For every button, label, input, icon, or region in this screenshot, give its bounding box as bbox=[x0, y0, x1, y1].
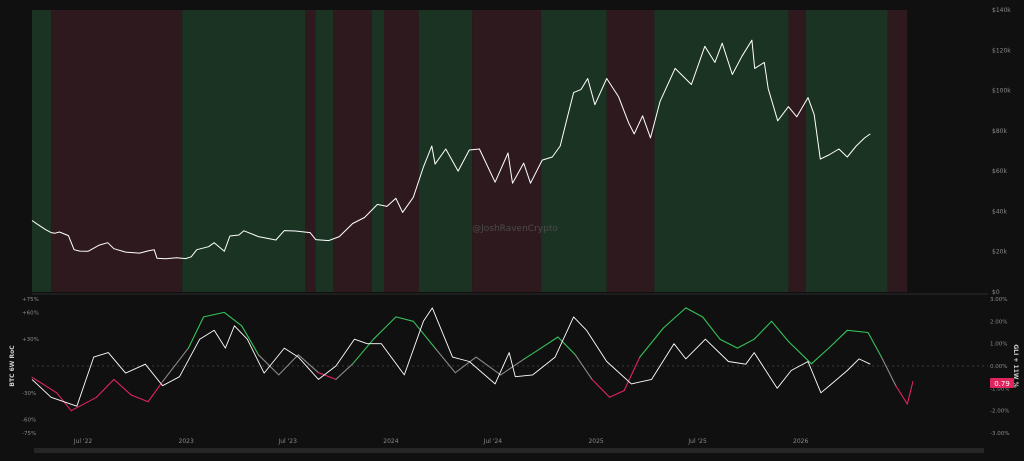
chart-stage: $0 $20k $40k $60k $80k $100k $120k $140k +75% +6… bbox=[0, 0, 1024, 457]
price-tick-label: $80k bbox=[992, 128, 1007, 135]
regime-bands bbox=[32, 10, 908, 292]
btc-gli-chart: $0 $20k $40k $60k $80k $100k $120k $140k +75% +6… bbox=[0, 0, 1024, 457]
regime-band-bearish bbox=[384, 10, 419, 292]
regime-band-bullish bbox=[805, 10, 888, 292]
time-tick-label: 2023 bbox=[179, 438, 194, 445]
regime-band-bearish bbox=[333, 10, 372, 292]
price-tick-label: $120k bbox=[992, 47, 1011, 54]
regime-band-bullish bbox=[32, 10, 52, 292]
watermark: @JoshRavenCrypto bbox=[472, 224, 558, 234]
regime-band-bearish bbox=[472, 10, 542, 292]
price-tick-label: $20k bbox=[992, 249, 1007, 256]
roc-tick-label: +60% bbox=[22, 310, 39, 316]
time-tick-label: 2026 bbox=[793, 438, 808, 445]
regime-band-bullish bbox=[371, 10, 385, 292]
gli-tick-label: 1.00% bbox=[990, 342, 1007, 348]
roc-tick-label: +75% bbox=[22, 297, 39, 303]
gli-tick-label: -2.00% bbox=[990, 409, 1009, 415]
time-tick-label: 2025 bbox=[588, 438, 603, 445]
price-tick-label: $100k bbox=[992, 88, 1011, 95]
time-tick-label: Jul '25 bbox=[687, 438, 707, 445]
price-tick-label: $0 bbox=[992, 289, 1000, 296]
regime-band-bearish bbox=[606, 10, 655, 292]
regime-band-bearish bbox=[788, 10, 806, 292]
time-tick-label: Jul '23 bbox=[277, 438, 297, 445]
gli-tick-label: 0.00% bbox=[990, 364, 1007, 370]
regime-band-bullish bbox=[541, 10, 607, 292]
regime-band-bullish bbox=[182, 10, 306, 292]
roc-tick-label: -30% bbox=[22, 391, 36, 397]
regime-band-bullish bbox=[654, 10, 789, 292]
regime-band-bearish bbox=[887, 10, 908, 292]
time-tick-label: Jul '24 bbox=[483, 438, 503, 445]
roc-tick-label: -60% bbox=[22, 418, 36, 424]
regime-band-bullish bbox=[315, 10, 334, 292]
scrollbar-track[interactable] bbox=[34, 448, 984, 453]
time-tick-label: Jul '22 bbox=[73, 438, 93, 445]
price-tick-label: $40k bbox=[992, 208, 1007, 215]
roc-tick-label: +30% bbox=[22, 337, 39, 343]
regime-band-bearish bbox=[305, 10, 316, 292]
roc-tick-label: -75% bbox=[22, 431, 36, 437]
price-tick-label: $140k bbox=[992, 7, 1011, 14]
time-tick-label: 2024 bbox=[383, 438, 398, 445]
gli-tick-label: -3.00% bbox=[990, 431, 1009, 437]
gli-tick-label: 2.00% bbox=[990, 319, 1007, 325]
left-axis-label: BTC 6W RoC bbox=[9, 345, 16, 387]
gli-tick-label: 3.00% bbox=[990, 297, 1007, 303]
regime-band-bullish bbox=[418, 10, 473, 292]
price-tick-label: $60k bbox=[992, 168, 1007, 175]
value-badge-text: 0.79 bbox=[994, 380, 1010, 388]
